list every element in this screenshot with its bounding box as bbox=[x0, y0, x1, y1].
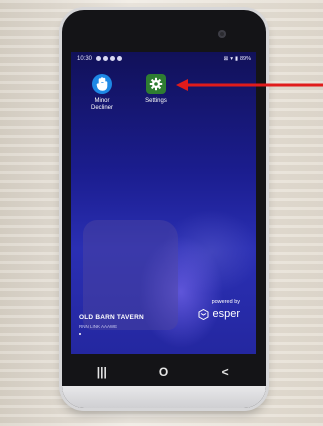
recents-button[interactable]: ||| bbox=[87, 365, 117, 379]
esper-logo-text: esper bbox=[212, 308, 240, 320]
notification-icons bbox=[96, 56, 122, 61]
notification-icon bbox=[110, 56, 115, 61]
front-camera bbox=[218, 30, 226, 38]
battery-icon: ▮ bbox=[234, 56, 238, 62]
status-time: 10:30 bbox=[77, 56, 93, 62]
gear-icon bbox=[146, 74, 166, 94]
esper-logo: esper bbox=[198, 308, 240, 320]
home-button[interactable]: O bbox=[148, 365, 178, 379]
esper-logo-icon bbox=[198, 308, 209, 320]
mute-icon: ⊠ bbox=[223, 56, 229, 62]
notification-icon bbox=[117, 56, 122, 61]
app-label: Minor bbox=[94, 98, 110, 104]
red-arrow-annotation bbox=[176, 79, 323, 91]
venue-indicator bbox=[79, 333, 81, 335]
venue-subtitle: RNN LINK AAAWE bbox=[79, 324, 118, 329]
wifi-icon: ▾ bbox=[230, 56, 233, 62]
app-minor-decliner[interactable]: Minor Decliner bbox=[80, 74, 124, 112]
app-label: Settings bbox=[145, 98, 167, 104]
back-button[interactable]: < bbox=[210, 365, 240, 379]
hand-icon bbox=[92, 74, 112, 94]
system-icons: ⊠ ▾ ▮ 89% bbox=[224, 56, 251, 62]
venue-name: OLD BARN TAVERN bbox=[79, 314, 144, 321]
notification-icon bbox=[96, 56, 101, 61]
notification-icon bbox=[103, 56, 108, 61]
battery-percent: 89% bbox=[239, 56, 251, 62]
app-settings[interactable]: Settings bbox=[134, 74, 178, 105]
powered-by-label: powered by bbox=[211, 299, 240, 305]
navigation-bar: ||| O < bbox=[71, 354, 256, 390]
app-label: Decliner bbox=[90, 105, 113, 111]
status-bar: 10:30 ⊠ ▾ ▮ 89% bbox=[71, 52, 256, 66]
device-screen: 10:30 ⊠ ▾ ▮ 89% Minor Decliner Settings … bbox=[71, 52, 256, 354]
